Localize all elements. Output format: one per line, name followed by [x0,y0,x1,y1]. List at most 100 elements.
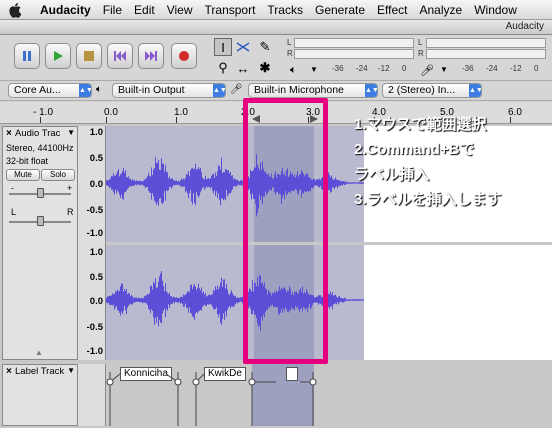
speaker-icon: 🔈︎ [96,84,102,95]
chevron-down-icon: ▲▼ [469,84,481,97]
play-button[interactable] [45,43,71,69]
instruction-step-3: 3.ラベルを挿入します [354,191,502,208]
i-beam-icon: I [221,39,225,55]
menu-app-name[interactable]: Audacity [34,3,97,17]
track-close-icon[interactable]: × [6,128,12,139]
pencil-icon: ✎ [259,39,271,54]
audio-track-name[interactable]: Audio Trac [15,128,65,139]
instruction-step-2-cont: ラベル挿入 [354,166,430,183]
gain-plus-label: + [67,183,73,193]
scale-tick-label: -0.5 [86,205,103,216]
pause-icon [23,51,31,61]
play-meter-tick: -36 [332,64,344,73]
instruction-step-2: 2.Command+Bで [354,141,475,158]
record-button[interactable] [171,43,197,69]
pan-left-label: L [11,207,17,217]
scale-tick-label: 1.0 [89,247,103,258]
ruler-tick-label: - 1.0 [33,107,54,118]
mute-button[interactable]: Mute [6,169,40,181]
chevron-down-icon: ▲▼ [79,84,91,97]
instruction-annotation: 1.マウスで範囲選択 2.Command+Bで ラベル挿入 3.ラベルを挿入しま… [354,112,552,212]
stop-button[interactable] [76,43,102,69]
scale-tick-label: 1.0 [89,127,103,138]
skip-end-icon [145,51,157,61]
gain-minus-label: - [11,183,14,193]
record-meter-tick: -24 [486,64,498,73]
apple-icon[interactable] [8,2,24,18]
track-close-icon[interactable]: × [6,366,12,377]
menu-window[interactable]: Window [468,3,523,17]
scale-tick-label: 0.0 [89,296,103,307]
asterisk-icon: ✱ [259,60,271,75]
scale-tick-label: -1.0 [86,346,103,357]
track-menu-icon[interactable]: ▼ [67,128,75,137]
input-channels-select[interactable]: 2 (Stereo) In... ▲▼ [382,83,482,98]
microphone-icon[interactable]: 🎤︎ [420,64,434,77]
play-meter-tick: -12 [378,64,390,73]
record-meter-right-label: R [418,49,424,58]
vertical-scale[interactable]: 1.0 0.5 0.0 -0.5 -1.0 1.0 0.5 0.0 -0.5 -… [78,126,106,360]
input-device-select[interactable]: Built-in Microphone ▲▼ [248,83,378,98]
zoom-tool[interactable]: ⚲ [214,59,232,77]
collapse-track-icon[interactable]: ▲ [35,348,43,357]
label-area[interactable]: Konniciha KwikDe [106,364,552,426]
record-meter-tick: -12 [510,64,522,73]
audio-track-control-panel: × Audio Trac ▼ Stereo, 44100Hz 32-bit fl… [2,126,78,360]
window-title: Audacity [505,21,544,32]
multi-tool[interactable]: ✱ [256,59,274,77]
label-track-name[interactable]: Label Track [15,366,64,377]
pause-button[interactable] [14,43,40,69]
solo-button[interactable]: Solo [41,169,75,181]
selection-highlight-box [243,98,328,364]
menu-analyze[interactable]: Analyze [414,3,469,17]
output-device-value: Built-in Output [118,84,185,96]
record-meter-menu-icon[interactable]: ▼ [440,65,448,74]
instruction-step-1: 1.マウスで範囲選択 [354,116,487,133]
menu-generate[interactable]: Generate [309,3,371,17]
play-meter-right [294,49,414,59]
play-meter-right-label: R [287,49,293,58]
envelope-icon [236,42,250,52]
time-shift-tool[interactable]: ↔ [234,59,252,77]
record-meter-tick: 0 [534,64,539,73]
scale-tick-label: -1.0 [86,228,103,239]
chevron-down-icon: ▲▼ [213,84,225,97]
skip-to-end-button[interactable] [138,43,164,69]
menu-view[interactable]: View [161,3,199,17]
track-menu-icon[interactable]: ▼ [67,366,75,375]
microphone-icon: 🎤︎ [230,84,243,95]
play-meter-tick: -24 [356,64,368,73]
draw-tool[interactable]: ✎ [256,38,274,56]
play-meter-left [294,38,414,48]
pan-slider-thumb[interactable] [37,216,44,226]
play-meter-left-label: L [287,38,292,47]
menu-tracks[interactable]: Tracks [261,3,309,17]
record-meter-tick: -36 [462,64,474,73]
play-icon [54,51,63,61]
menu-effect[interactable]: Effect [371,3,413,17]
label-track: × Label Track ▼ Konniciha KwikDe [0,364,552,428]
record-icon [179,51,189,61]
play-meter-tick: 0 [402,64,407,73]
pan-right-label: R [67,207,74,217]
skip-to-start-button[interactable] [107,43,133,69]
speaker-icon[interactable]: 🔈︎ [290,64,297,77]
scale-tick-label: -0.5 [86,322,103,333]
menu-bar: Audacity File Edit View Transport Tracks… [0,0,552,20]
audio-host-value: Core Au... [14,84,61,96]
gain-slider-thumb[interactable] [37,188,44,198]
envelope-tool[interactable] [234,38,252,56]
selection-tool[interactable]: I [214,38,232,56]
magnifier-icon: ⚲ [218,60,228,75]
menu-file[interactable]: File [97,3,128,17]
audio-host-select[interactable]: Core Au... ▲▼ [8,83,92,98]
input-channels-value: 2 (Stereo) In... [388,84,456,96]
record-meter-right [426,49,546,59]
menu-transport[interactable]: Transport [199,3,262,17]
scale-tick-label: 0.5 [89,272,103,283]
output-device-select[interactable]: Built-in Output ▲▼ [112,83,226,98]
menu-edit[interactable]: Edit [128,3,161,17]
play-meter-menu-icon[interactable]: ▼ [310,65,318,74]
audio-track-format: 32-bit float [6,156,49,166]
label-lines [106,372,317,426]
